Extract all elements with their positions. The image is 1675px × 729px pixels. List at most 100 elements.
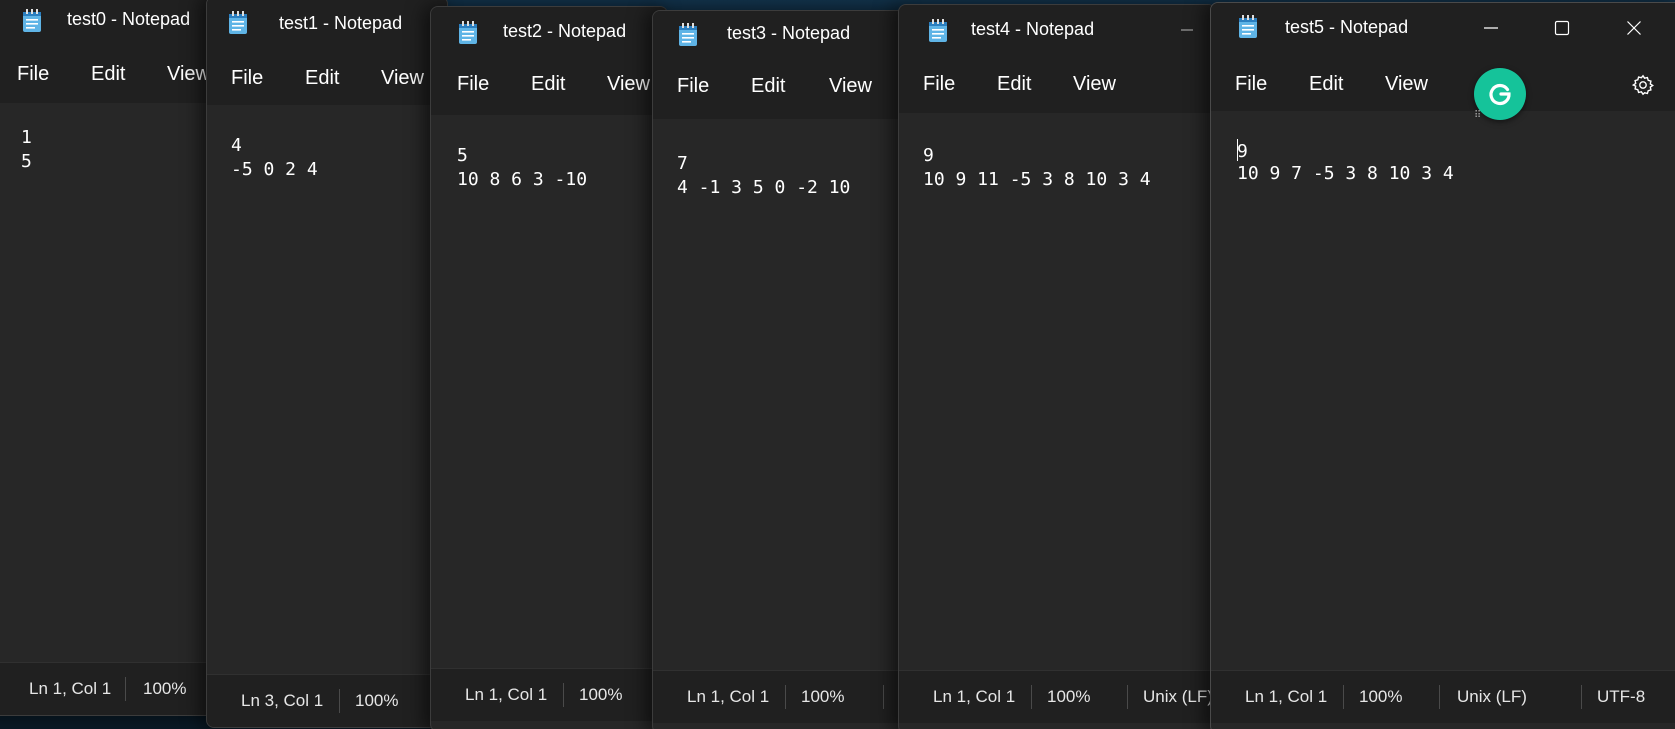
menu-view[interactable]: View [377,65,428,92]
drag-handle-icon[interactable]: ⠿ [1474,110,1481,121]
menu-file[interactable]: File [453,71,493,98]
cursor-position: Ln 1, Col 1 [687,687,770,706]
menu-bar: File Edit View [1211,55,1675,112]
menu-view[interactable]: View [1381,71,1432,98]
notepad-window-test2[interactable]: test2 - Notepad File Edit View 5 10 8 6 … [430,6,668,729]
text-line-1: 1 [21,127,32,148]
text-editor[interactable]: 5 10 8 6 3 -10 [431,115,667,679]
zoom-level[interactable]: 100% [579,685,622,705]
title-bar[interactable]: test2 - Notepad [431,7,667,59]
line-ending[interactable]: Unix (LF) [1143,687,1213,707]
status-bar: Ln 1, Col 1 100% [653,670,909,723]
notepad-icon [23,9,41,32]
notepad-icon [229,11,247,34]
zoom-level[interactable]: 100% [1047,687,1090,707]
zoom-level[interactable]: 100% [801,687,844,707]
menu-file[interactable]: File [919,71,959,98]
status-separator [1127,685,1128,709]
notepad-icon [929,19,947,42]
text-editor[interactable]: 1 5 [0,103,223,663]
settings-button[interactable] [1625,67,1661,103]
notepad-window-test1[interactable]: test1 - Notepad File Edit View 4 -5 0 2 … [206,0,448,728]
text-line-1: 9 [1237,139,1248,162]
cursor-position: Ln 1, Col 1 [933,687,1016,706]
close-button[interactable] [1599,3,1669,53]
text-line-1: 9 [923,145,934,166]
menu-bar: File Edit View [653,63,909,120]
notepad-window-test0[interactable]: test0 - Notepad File Edit View 1 5 Ln 1,… [0,0,224,716]
menu-edit[interactable]: Edit [1305,71,1347,98]
zoom-level[interactable]: 100% [143,679,186,699]
window-title: test4 - Notepad [971,19,1095,39]
notepad-icon [459,21,477,44]
grammarly-button[interactable] [1474,68,1526,120]
grammarly-icon [1489,83,1511,106]
zoom-level[interactable]: 100% [355,691,398,711]
text-line-2: 4 -1 3 5 0 -2 10 [677,177,851,198]
menu-view[interactable]: View [1069,71,1120,98]
notepad-icon [1239,15,1257,38]
status-bar: Ln 1, Col 1 100% [431,668,667,721]
zoom-level[interactable]: 100% [1359,687,1402,707]
menu-bar: File Edit View [431,59,667,116]
menu-bar: File Edit View [0,47,223,104]
cursor-position: Ln 1, Col 1 [465,685,548,704]
status-bar: Ln 1, Col 1 100% Unix (LF) [899,670,1215,723]
menu-edit[interactable]: Edit [527,71,569,98]
menu-file[interactable]: File [1231,71,1271,98]
status-separator [785,685,786,709]
status-separator [563,683,564,707]
title-bar[interactable]: test1 - Notepad [207,0,447,49]
maximize-button[interactable] [1527,3,1597,53]
title-bar[interactable]: test3 - Notepad [653,11,909,63]
status-separator [1581,685,1582,709]
menu-file[interactable]: File [227,65,267,92]
maximize-icon [1554,20,1570,36]
status-separator [125,677,126,701]
close-icon [1627,21,1641,35]
menu-view[interactable]: View [603,71,654,98]
menu-edit[interactable]: Edit [87,61,129,88]
text-line-2: 10 8 6 3 -10 [457,169,588,190]
text-editor[interactable]: 9 10 9 11 -5 3 8 10 3 4 [899,113,1215,681]
status-separator [1439,685,1440,709]
notepad-window-test3[interactable]: test3 - Notepad File Edit View 7 4 -1 3 … [652,10,910,729]
menu-edit[interactable]: Edit [993,71,1035,98]
status-bar: Ln 3, Col 1 100% [207,674,447,727]
status-separator [1343,685,1344,709]
menu-file[interactable]: File [673,73,713,100]
status-separator [883,685,884,709]
notepad-icon [679,23,697,46]
notepad-window-test4[interactable]: test4 - Notepad File Edit View 9 10 9 11… [898,4,1216,729]
menu-file[interactable]: File [13,61,53,88]
title-bar[interactable]: test0 - Notepad [0,0,223,47]
cursor-position: Ln 1, Col 1 [1245,687,1328,706]
text-line-2: 5 [21,151,32,172]
encoding[interactable]: UTF-8 [1597,687,1645,707]
minimize-icon [1484,27,1498,29]
window-title: test5 - Notepad [1285,17,1409,37]
menu-edit[interactable]: Edit [747,73,789,100]
text-line-1-content: 9 [1237,141,1248,162]
status-bar: Ln 1, Col 1 100% Unix (LF) UTF-8 [1211,670,1675,723]
notepad-window-test5[interactable]: test5 - Notepad File Edit View 9 10 9 7 … [1210,2,1675,729]
minimize-button[interactable] [1456,3,1526,53]
title-bar[interactable]: test5 - Notepad [1211,3,1675,55]
title-bar[interactable]: test4 - Notepad [899,5,1215,57]
status-bar: Ln 1, Col 1 100% [0,662,223,715]
text-editor[interactable]: 4 -5 0 2 4 [207,105,447,675]
text-line-2: 10 9 11 -5 3 8 10 3 4 [923,169,1151,190]
menu-bar: File Edit View [899,57,1215,114]
text-editor[interactable]: 7 4 -1 3 5 0 -2 10 [653,119,909,681]
gear-icon [1631,74,1654,96]
text-editor[interactable]: 9 10 9 7 -5 3 8 10 3 4 [1211,111,1675,681]
window-title: test3 - Notepad [727,23,851,43]
menu-view[interactable]: View [825,73,876,100]
menu-edit[interactable]: Edit [301,65,343,92]
text-line-1: 4 [231,135,242,156]
cursor-position: Ln 3, Col 1 [241,691,324,710]
window-title: test1 - Notepad [279,13,403,33]
menu-bar: File Edit View [207,49,447,106]
line-ending[interactable]: Unix (LF) [1457,687,1527,707]
minimize-button[interactable] [1157,5,1215,55]
